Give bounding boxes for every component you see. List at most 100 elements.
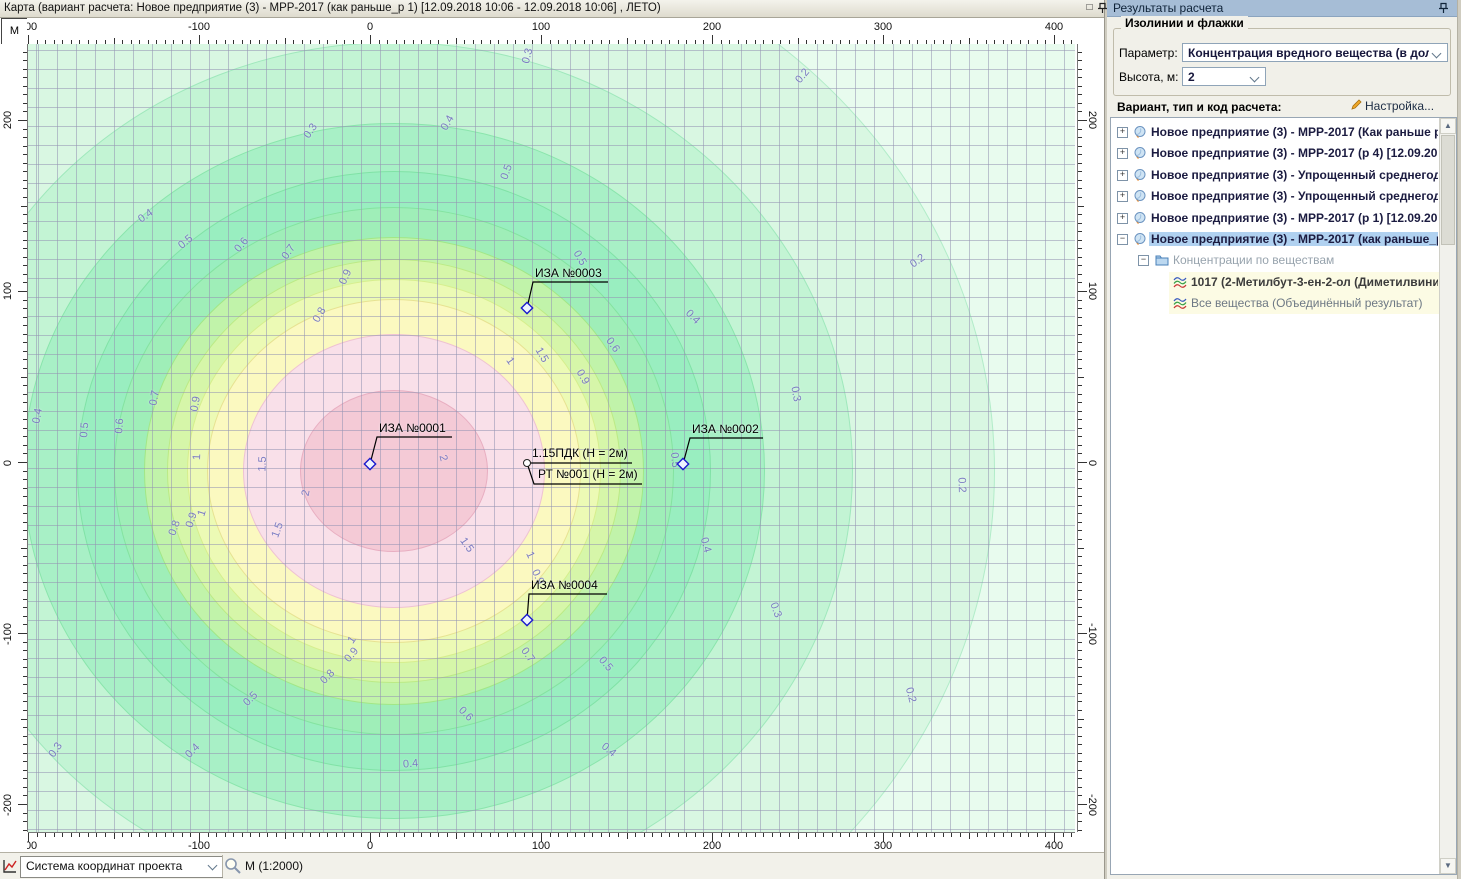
axis-tick-label: -200 (1086, 794, 1098, 816)
axis-tick-label: 0 (2, 460, 14, 466)
variant-label: Вариант, тип и код расчета: (1117, 100, 1282, 114)
param-label: Параметр: (1119, 46, 1178, 60)
axis-tick-label: 200 (27, 840, 37, 852)
expand-box[interactable]: + (1117, 170, 1128, 181)
isolines-groupbox (1113, 28, 1451, 96)
tree-item-label: Новое предприятие (3) - Упрощенный средн… (1151, 189, 1438, 203)
app-root: Карта (вариант расчета: Новое предприяти… (0, 0, 1461, 879)
map-window: Карта (вариант расчета: Новое предприяти… (0, 0, 1105, 879)
map-scale-label: М (1:2000) (245, 859, 303, 873)
axis-tick-label: -100 (188, 840, 210, 852)
map-canvas[interactable]: 0.30.20.40.30.50.20.40.50.60.70.90.50.80… (28, 44, 1075, 833)
tree-item-label: Новое предприятие (3) - МРР-2017 (как ра… (1149, 232, 1438, 246)
panel-pin-icon[interactable] (1438, 2, 1449, 14)
isolines-icon (1173, 296, 1187, 314)
axis-tick-label: 400 (1045, 840, 1063, 852)
emission-source-label: ИЗА №0002 (692, 422, 759, 436)
axis-tick-label: -100 (2, 623, 14, 645)
coordinate-system-value: Система координат проекта (26, 859, 182, 873)
axis-tick-label: 100 (2, 282, 14, 300)
calc-variant-icon (1133, 168, 1147, 187)
ruler-top: 200-1000100200300400 (27, 18, 1075, 45)
emission-source-marker[interactable] (364, 458, 375, 469)
folder-icon (1155, 253, 1169, 271)
calc-variant-icon (1133, 232, 1147, 251)
axis-tick-label: 300 (874, 840, 892, 852)
settings-button[interactable]: Настройка... (1365, 99, 1434, 113)
map-status-bar: Система координат проекта М (1:2000) (0, 852, 1104, 879)
tree-item[interactable]: +Новое предприятие (3) - МРР-2017 (р 4) … (1111, 143, 1456, 164)
isolines-group-title: Изолинии и флажки (1121, 16, 1248, 30)
collapse-box[interactable]: − (1138, 255, 1149, 266)
axis-tick-label: 200 (703, 840, 721, 852)
tree-leaf-substance[interactable]: 1017 (2-Метилбут-3-ен-2-ол (Диметилвинил (1111, 272, 1456, 293)
chevron-down-icon (1250, 73, 1260, 83)
emission-source-label: ИЗА №0003 (535, 266, 602, 280)
emission-source-marker[interactable] (521, 614, 532, 625)
expand-box[interactable]: + (1117, 213, 1128, 224)
ruler-unit-box: М (1, 18, 28, 45)
ruler-bottom: 200 -100 0 100 200 300 400 (27, 833, 1075, 853)
axis-tick-label: 200 (27, 21, 37, 33)
tree-leaf-substance[interactable]: Все вещества (Объединённый результат) (1111, 293, 1456, 314)
param-select[interactable]: Концентрация вредного вещества (в дол (1182, 43, 1448, 62)
expand-box[interactable]: + (1117, 191, 1128, 202)
results-panel-title: Результаты расчета (1113, 1, 1223, 15)
expand-box[interactable]: + (1117, 148, 1128, 159)
maximize-button[interactable]: □ (1083, 2, 1096, 15)
axis-tick-label: 200 (1086, 111, 1098, 129)
calc-variant-icon (1133, 146, 1147, 165)
axis-tick-label: 400 (1045, 21, 1063, 33)
isolines-icon (1173, 275, 1187, 293)
map-titlebar: Карта (вариант расчета: Новое предприяти… (0, 0, 1104, 18)
scroll-down-button[interactable]: ▼ (1440, 858, 1456, 874)
axis-tick-label: -100 (188, 21, 210, 33)
emission-source-marker[interactable] (677, 458, 688, 469)
tree-item-label: Концентрации по веществам (1173, 253, 1438, 267)
receptor-point-marker[interactable] (524, 460, 531, 467)
pencil-icon (1350, 99, 1362, 111)
calc-variant-icon (1133, 125, 1147, 144)
axis-tick-label: 100 (532, 840, 550, 852)
pdk-value-label: 1.15ПДК (Н = 2м) (532, 446, 628, 460)
ruler-right: 200 100 0 -100 -200 (1077, 44, 1104, 832)
tree-item[interactable]: − Новое предприятие (3) - МРР-2017 (как р… (1111, 229, 1456, 250)
ruler-left: 2001000-100-200 (0, 44, 28, 832)
tree-item-label: Новое предприятие (3) - МРР-2017 (р 1) [… (1151, 211, 1438, 225)
height-select[interactable]: 2 (1182, 67, 1266, 86)
tree-item-concentrations[interactable]: − Концентрации по веществам (1111, 250, 1456, 271)
magnifier-icon[interactable] (224, 857, 242, 875)
tree-item[interactable]: + Новое предприятие (3) - Упрощенный сред… (1111, 186, 1456, 207)
tree-item[interactable]: +Новое предприятие (3) - Упрощенный сред… (1111, 165, 1456, 186)
axis-tick-label: -200 (2, 794, 14, 816)
scroll-up-button[interactable]: ▲ (1440, 118, 1456, 134)
results-panel-header: Результаты расчета (1107, 0, 1457, 17)
tree-item[interactable]: + Новое предприятие (3) - МРР-2017 (р 1) … (1111, 208, 1456, 229)
tree-leaf-label: Все вещества (Объединённый результат) (1191, 296, 1438, 310)
axis-tick-label: 0 (1086, 460, 1098, 466)
axis-tick-label: -100 (1086, 623, 1098, 645)
axis-tick-label: 0 (367, 21, 373, 33)
emission-source-label: ИЗА №0001 (379, 421, 446, 435)
tree-item-label: Новое предприятие (3) - МРР-2017 (Как ра… (1151, 125, 1438, 139)
expand-box[interactable]: + (1117, 127, 1128, 138)
coordinate-system-select[interactable]: Система координат проекта (20, 856, 223, 878)
axis-tick-label: 100 (1086, 282, 1098, 300)
collapse-box[interactable]: − (1117, 234, 1128, 245)
coordinate-system-icon (2, 858, 18, 874)
height-label: Высота, м: (1119, 70, 1178, 84)
calc-variant-icon (1133, 189, 1147, 208)
calc-variant-icon (1133, 211, 1147, 230)
param-value: Концентрация вредного вещества (в дол (1188, 46, 1433, 60)
axis-tick-label: 300 (874, 21, 892, 33)
axis-tick-label: 0 (367, 840, 373, 852)
tree-item[interactable]: + Новое предприятие (3) - МРР-2017 (Как р… (1111, 122, 1456, 143)
tree-scrollbar[interactable]: ▲ ▼ (1439, 118, 1456, 874)
axis-tick-label: 200 (703, 21, 721, 33)
results-panel: Результаты расчета Изолинии и флажки Пар… (1107, 0, 1458, 879)
tree-leaf-label: 1017 (2-Метилбут-3-ен-2-ол (Диметилвинил (1191, 275, 1438, 289)
receptor-point-label: РТ №001 (Н = 2м) (538, 467, 638, 481)
emission-source-marker[interactable] (521, 302, 532, 313)
height-value: 2 (1188, 70, 1195, 84)
scroll-thumb[interactable] (1441, 135, 1455, 245)
